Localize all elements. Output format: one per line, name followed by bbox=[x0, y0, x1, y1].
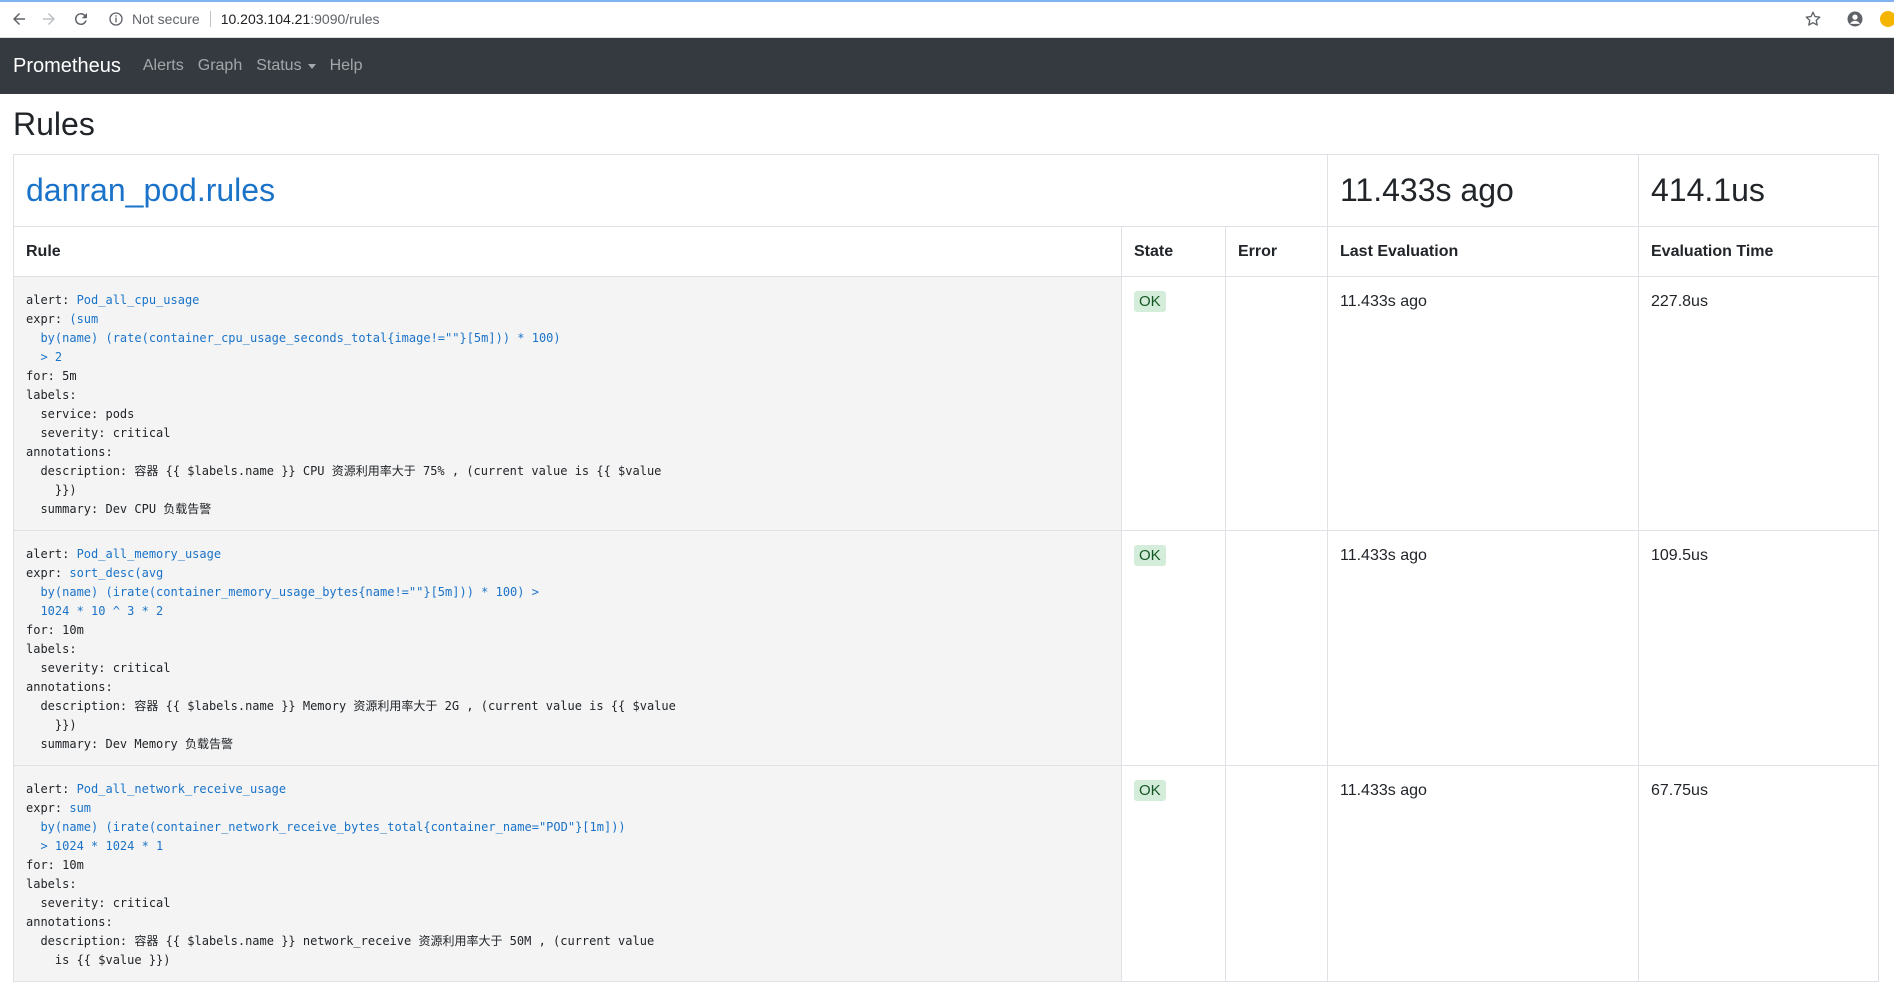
rule-body: for: 5m labels: service: pods severity: … bbox=[26, 369, 662, 516]
url-host: 10.203.104.21 bbox=[220, 11, 311, 27]
alert-key: alert: bbox=[26, 782, 77, 796]
column-header-state: State bbox=[1121, 226, 1226, 277]
bookmark-button[interactable] bbox=[1800, 6, 1826, 32]
column-header-evaluation-time: Evaluation Time bbox=[1638, 226, 1879, 277]
forward-button[interactable] bbox=[36, 6, 62, 32]
expr-line: > 1024 * 1024 * 1 bbox=[26, 839, 164, 853]
rule-definition: alert: Pod_all_memory_usage expr: sort_d… bbox=[26, 545, 1109, 754]
address-bar[interactable]: Not secure 10.203.104.21:9090/rules bbox=[108, 5, 1798, 33]
evaluation-time-cell: 67.75us bbox=[1638, 765, 1879, 982]
expr-link[interactable]: sum by(name) (irate(container_network_re… bbox=[26, 801, 626, 853]
state-cell: OK bbox=[1121, 530, 1226, 766]
alert-name-link[interactable]: Pod_all_network_receive_usage bbox=[77, 782, 287, 796]
status-badge: OK bbox=[1134, 291, 1166, 312]
group-last-evaluation: 11.433s ago bbox=[1340, 172, 1514, 208]
arrow-right-icon bbox=[43, 13, 55, 25]
extension-icon[interactable] bbox=[1880, 11, 1894, 27]
rule-definition-cell: alert: Pod_all_memory_usage expr: sort_d… bbox=[13, 530, 1122, 766]
table-header-row: Rule State Error Last Evaluation Evaluat… bbox=[13, 226, 1879, 277]
last-evaluation: 11.433s ago bbox=[1340, 293, 1427, 310]
evaluation-time: 227.8us bbox=[1651, 293, 1708, 310]
alert-key: alert: bbox=[26, 547, 77, 561]
nav-status-label: Status bbox=[256, 57, 302, 74]
group-evaluation-time: 414.1us bbox=[1651, 172, 1765, 208]
alert-key: alert: bbox=[26, 293, 77, 307]
state-cell: OK bbox=[1121, 276, 1226, 531]
expr-key: expr: bbox=[26, 566, 70, 580]
column-header-error: Error bbox=[1225, 226, 1328, 277]
expr-line: (sum bbox=[69, 312, 99, 326]
expr-line: sum bbox=[69, 801, 92, 815]
column-header-rule: Rule bbox=[13, 226, 1122, 277]
expr-link[interactable]: sort_desc(avg by(name) (irate(container_… bbox=[26, 566, 539, 618]
expr-line: 1024 * 10 ^ 3 * 2 bbox=[26, 604, 164, 618]
page-load-bar bbox=[0, 0, 1894, 2]
rule-definition: alert: Pod_all_network_receive_usage exp… bbox=[26, 780, 1109, 970]
evaluation-time-cell: 227.8us bbox=[1638, 276, 1879, 531]
expr-line: > 2 bbox=[26, 350, 63, 364]
expr-line: by(name) (irate(container_network_receiv… bbox=[26, 820, 626, 834]
group-name-link[interactable]: danran_pod.rules bbox=[26, 172, 275, 208]
column-header-last-evaluation: Last Evaluation bbox=[1327, 226, 1639, 277]
rule-body: for: 10m labels: severity: critical anno… bbox=[26, 858, 655, 967]
security-label: Not secure bbox=[132, 11, 200, 27]
group-name-cell: danran_pod.rules bbox=[13, 154, 1328, 227]
back-button[interactable] bbox=[6, 6, 32, 32]
table-row: alert: Pod_all_network_receive_usage exp… bbox=[13, 765, 1879, 982]
evaluation-time-cell: 109.5us bbox=[1638, 530, 1879, 766]
browser-toolbar: Not secure 10.203.104.21:9090/rules bbox=[0, 0, 1894, 38]
reload-icon bbox=[74, 13, 87, 26]
nav-alerts[interactable]: Alerts bbox=[143, 57, 184, 75]
info-icon bbox=[109, 12, 123, 26]
star-icon bbox=[1805, 11, 1821, 26]
expr-key: expr: bbox=[26, 312, 70, 326]
brand-logo[interactable]: Prometheus bbox=[13, 55, 121, 78]
expr-line: by(name) (irate(container_memory_usage_b… bbox=[26, 585, 539, 599]
rule-definition: alert: Pod_all_cpu_usage expr: (sum by(n… bbox=[26, 291, 1109, 519]
last-evaluation-cell: 11.433s ago bbox=[1327, 276, 1639, 531]
state-cell: OK bbox=[1121, 765, 1226, 982]
error-cell bbox=[1225, 530, 1328, 766]
page-title: Rules bbox=[13, 106, 95, 142]
status-badge: OK bbox=[1134, 545, 1166, 566]
expr-key: expr: bbox=[26, 801, 70, 815]
last-evaluation: 11.433s ago bbox=[1340, 782, 1427, 799]
status-badge: OK bbox=[1134, 780, 1166, 801]
group-evaluation-time-cell: 414.1us bbox=[1638, 154, 1879, 227]
nav-graph[interactable]: Graph bbox=[198, 57, 242, 75]
expr-line: sort_desc(avg bbox=[69, 566, 164, 580]
last-evaluation: 11.433s ago bbox=[1340, 547, 1427, 564]
top-navbar: Prometheus Alerts Graph Status Help bbox=[0, 38, 1894, 94]
evaluation-time: 67.75us bbox=[1651, 782, 1708, 799]
expr-link[interactable]: (sum by(name) (rate(container_cpu_usage_… bbox=[26, 312, 561, 364]
alert-name-link[interactable]: Pod_all_cpu_usage bbox=[77, 293, 200, 307]
rules-table: danran_pod.rules 11.433s ago 414.1us Rul… bbox=[13, 154, 1879, 982]
group-last-evaluation-cell: 11.433s ago bbox=[1327, 154, 1639, 227]
evaluation-time: 109.5us bbox=[1651, 547, 1708, 564]
address-separator bbox=[209, 11, 211, 27]
table-row: alert: Pod_all_memory_usage expr: sort_d… bbox=[13, 530, 1879, 766]
reload-button[interactable] bbox=[68, 6, 94, 32]
nav-help[interactable]: Help bbox=[330, 57, 363, 75]
rule-group-header: danran_pod.rules 11.433s ago 414.1us bbox=[13, 154, 1879, 227]
rule-body: for: 10m labels: severity: critical anno… bbox=[26, 623, 676, 751]
last-evaluation-cell: 11.433s ago bbox=[1327, 530, 1639, 766]
rule-definition-cell: alert: Pod_all_network_receive_usage exp… bbox=[13, 765, 1122, 982]
arrow-left-icon bbox=[13, 13, 25, 25]
profile-button[interactable] bbox=[1842, 6, 1868, 32]
expr-line: by(name) (rate(container_cpu_usage_secon… bbox=[26, 331, 561, 345]
alert-name-link[interactable]: Pod_all_memory_usage bbox=[77, 547, 222, 561]
rule-definition-cell: alert: Pod_all_cpu_usage expr: (sum by(n… bbox=[13, 276, 1122, 531]
error-cell bbox=[1225, 765, 1328, 982]
table-row: alert: Pod_all_cpu_usage expr: (sum by(n… bbox=[13, 276, 1879, 531]
error-cell bbox=[1225, 276, 1328, 531]
url-path: :9090/rules bbox=[310, 11, 380, 27]
nav-status-dropdown[interactable]: Status bbox=[256, 57, 316, 75]
account-circle-icon bbox=[1847, 11, 1863, 27]
caret-down-icon bbox=[307, 63, 316, 69]
last-evaluation-cell: 11.433s ago bbox=[1327, 765, 1639, 982]
